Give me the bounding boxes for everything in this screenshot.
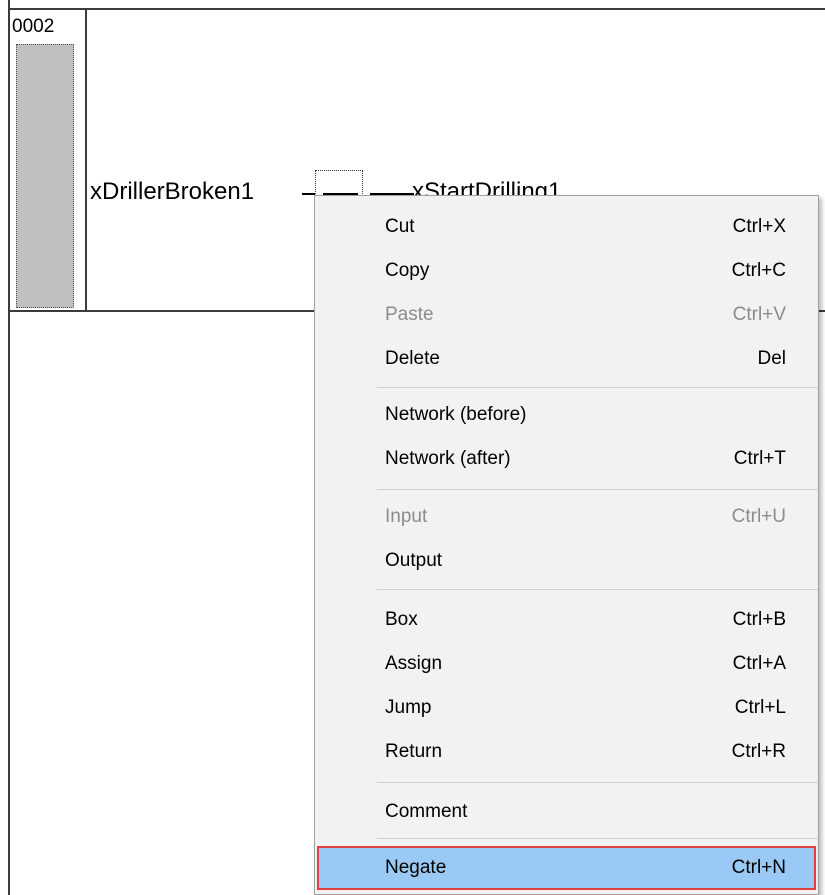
- menu-item-output[interactable]: Output: [317, 539, 816, 583]
- menu-item-label: Delete: [385, 348, 440, 369]
- menu-separator: [377, 838, 818, 839]
- menu-separator: [377, 489, 818, 490]
- menu-item-label: Network (before): [385, 404, 527, 425]
- context-menu[interactable]: Cut Ctrl+X Copy Ctrl+C Paste Ctrl+V Dele…: [314, 195, 819, 895]
- menu-item-label: Box: [385, 609, 418, 630]
- menu-item-label: Paste: [385, 304, 434, 325]
- menu-item-shortcut: Ctrl+X: [732, 216, 786, 237]
- menu-item-label: Copy: [385, 260, 430, 281]
- network-number: 0002: [12, 16, 55, 37]
- menu-item-label: Assign: [385, 653, 443, 674]
- menu-item-shortcut: Ctrl+U: [731, 506, 786, 527]
- menu-item-shortcut: Ctrl+R: [731, 741, 786, 762]
- menu-item-shortcut: Del: [757, 348, 786, 369]
- menu-item-return[interactable]: Return Ctrl+R: [317, 730, 816, 774]
- input-variable-label[interactable]: xDrillerBroken1: [90, 176, 254, 208]
- menu-item-network-before[interactable]: Network (before): [317, 393, 816, 437]
- menu-item-cut[interactable]: Cut Ctrl+X: [317, 205, 816, 249]
- menu-item-shortcut: Ctrl+B: [732, 609, 786, 630]
- menu-item-assign[interactable]: Assign Ctrl+A: [317, 642, 816, 686]
- menu-separator: [377, 387, 818, 388]
- menu-item-label: Return: [385, 741, 443, 762]
- menu-item-shortcut: Ctrl+L: [734, 697, 786, 718]
- menu-separator: [377, 782, 818, 783]
- menu-item-shortcut: Ctrl+A: [732, 653, 786, 674]
- menu-item-label: Cut: [385, 216, 415, 237]
- menu-item-input: Input Ctrl+U: [317, 495, 816, 539]
- network-gutter-separator: [85, 10, 87, 312]
- menu-item-label: Input: [385, 506, 428, 527]
- menu-item-label: Output: [385, 550, 443, 571]
- menu-item-comment[interactable]: Comment: [317, 790, 816, 834]
- menu-item-paste: Paste Ctrl+V: [317, 293, 816, 337]
- network-gutter[interactable]: [16, 44, 74, 308]
- menu-item-network-after[interactable]: Network (after) Ctrl+T: [317, 437, 816, 481]
- menu-item-shortcut: Ctrl+V: [732, 304, 786, 325]
- menu-item-label: Network (after): [385, 448, 511, 469]
- menu-item-shortcut: Ctrl+T: [733, 448, 786, 469]
- menu-item-label: Comment: [385, 801, 468, 822]
- menu-separator: [377, 589, 818, 590]
- menu-item-label: Negate: [385, 857, 447, 878]
- menu-item-box[interactable]: Box Ctrl+B: [317, 598, 816, 642]
- menu-item-shortcut: Ctrl+C: [731, 260, 786, 281]
- menu-item-delete[interactable]: Delete Del: [317, 337, 816, 381]
- menu-item-label: Jump: [385, 697, 432, 718]
- menu-item-shortcut: Ctrl+N: [731, 857, 786, 878]
- menu-item-negate[interactable]: Negate Ctrl+N: [317, 846, 816, 890]
- menu-item-copy[interactable]: Copy Ctrl+C: [317, 249, 816, 293]
- menu-item-jump[interactable]: Jump Ctrl+L: [317, 686, 816, 730]
